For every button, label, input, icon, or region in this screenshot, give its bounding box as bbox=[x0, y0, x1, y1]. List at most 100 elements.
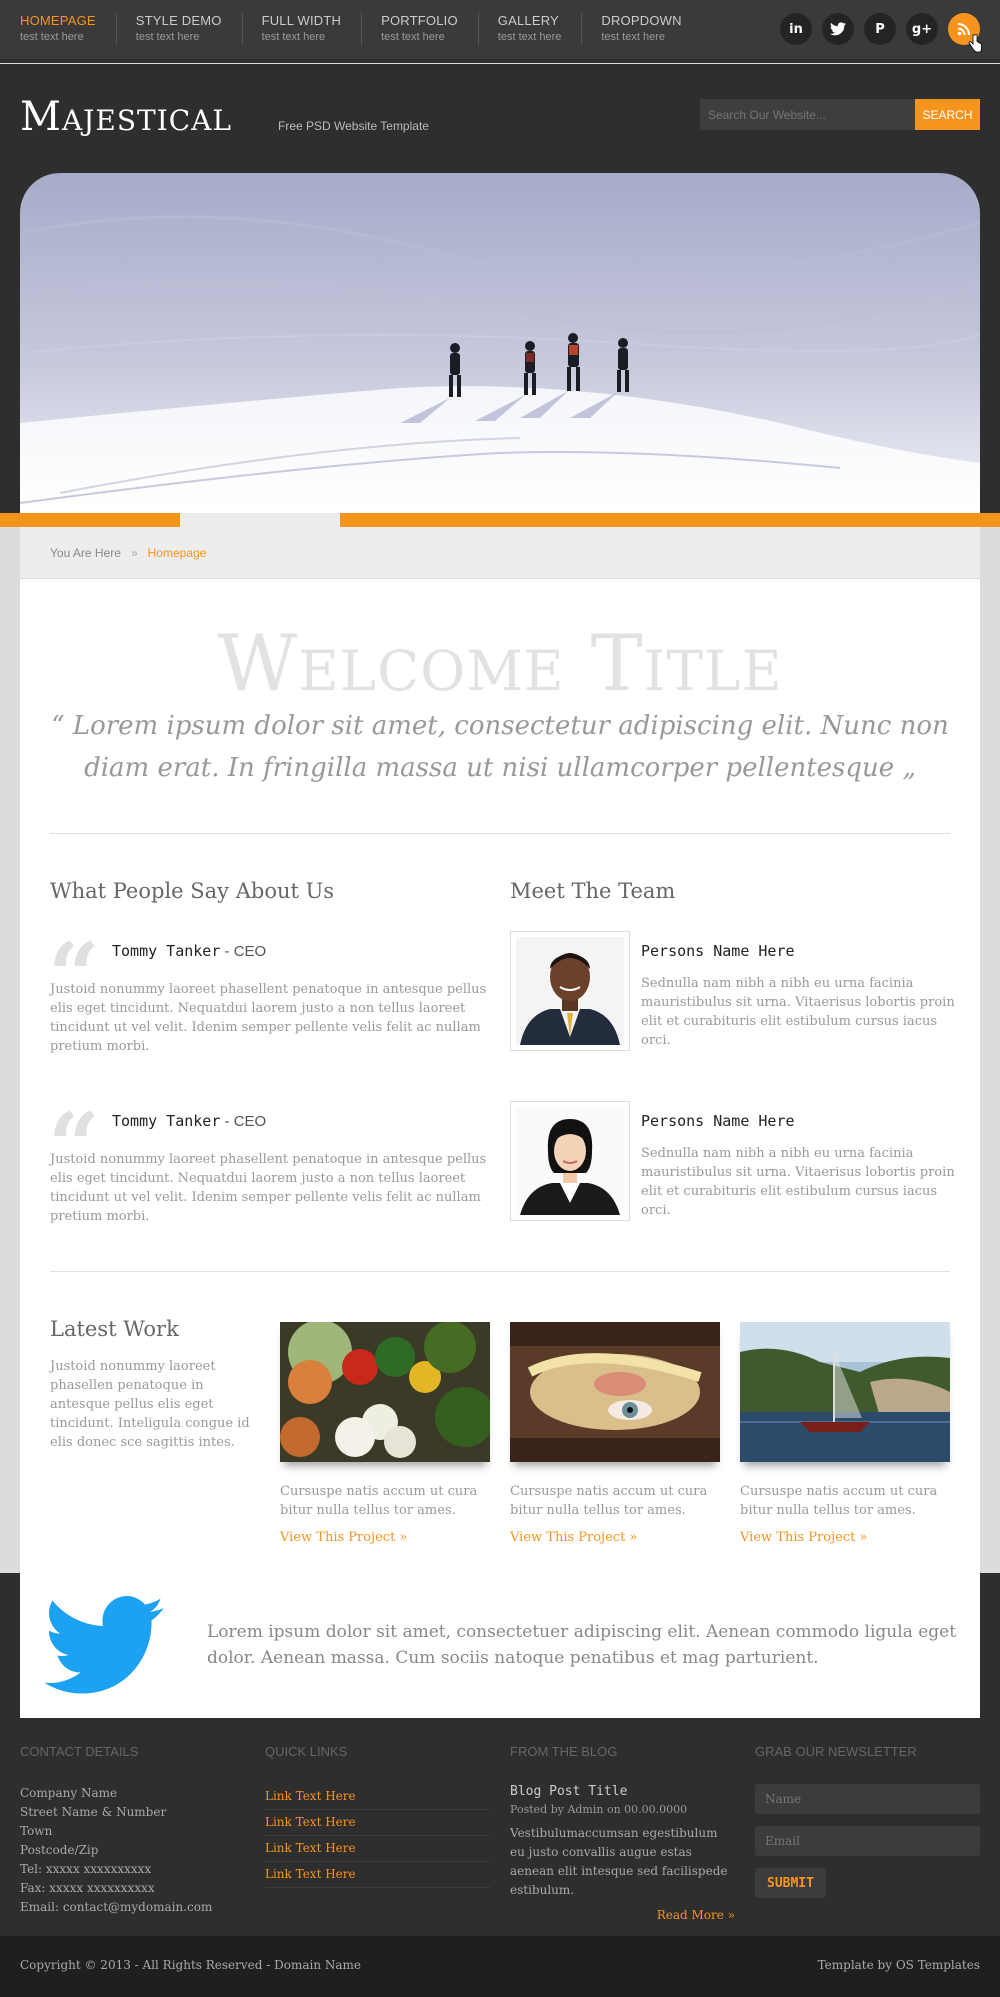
contact-email[interactable]: Email: contact@mydomain.com bbox=[20, 1898, 245, 1917]
work-image-eye[interactable] bbox=[510, 1322, 720, 1462]
site-logo[interactable]: Majestical bbox=[20, 94, 232, 140]
testimonials-title: What People Say About Us bbox=[50, 879, 335, 903]
team-member-photo bbox=[510, 931, 630, 1051]
main-content: Welcome Title “ Lorem ipsum dolor sit am… bbox=[20, 579, 980, 1573]
divider bbox=[50, 833, 950, 834]
search-input[interactable] bbox=[700, 99, 915, 130]
nav-sub-label: test text here bbox=[261, 31, 326, 43]
nav-label: GALLERY bbox=[497, 13, 559, 28]
work-item: Cursuspe natis accum ut cura bitur nulla… bbox=[280, 1322, 490, 1545]
quote-mark-icon: “ bbox=[48, 1101, 104, 1149]
copyright-bar: Copyright © 2013 - All Rights Reserved -… bbox=[0, 1936, 1000, 1997]
breadcrumb: You Are Here » Homepage bbox=[20, 527, 980, 579]
pinterest-icon[interactable]: P bbox=[864, 13, 896, 45]
footer-heading: FROM THE BLOG bbox=[510, 1744, 618, 1759]
contact-line: Tel: xxxxx xxxxxxxxxx bbox=[20, 1862, 152, 1876]
nav-item-style-demo[interactable]: STYLE DEMO test text here bbox=[115, 0, 242, 60]
nav-label: HOMEPAGE bbox=[20, 13, 96, 28]
nav-item-full-width[interactable]: FULL WIDTH test text here bbox=[241, 0, 362, 60]
newsletter-email-field[interactable] bbox=[755, 1826, 980, 1856]
breadcrumb-label: You Are Here bbox=[50, 546, 121, 560]
nav-item-dropdown[interactable]: DROPDOWN test text here bbox=[581, 0, 701, 60]
accent-strip bbox=[0, 513, 1000, 527]
template-credit[interactable]: Template by OS Templates bbox=[818, 1958, 980, 1972]
top-nav-bar: HOMEPAGE test text here STYLE DEMO test … bbox=[0, 0, 1000, 63]
testimonial-role: - CEO bbox=[220, 1113, 267, 1130]
welcome-quote: “ Lorem ipsum dolor sit amet, consectetu… bbox=[51, 711, 949, 783]
twitter-feed: Lorem ipsum dolor sit amet, consectetuer… bbox=[20, 1573, 980, 1718]
nav-sub-label: test text here bbox=[135, 31, 200, 43]
blog-post-excerpt: Vestibulumaccumsan egestibulum eu justo … bbox=[510, 1826, 728, 1897]
work-image-sailboat[interactable] bbox=[740, 1322, 950, 1462]
nav-sub-label: test text here bbox=[20, 31, 84, 43]
hand-cursor-icon bbox=[968, 34, 982, 53]
breadcrumb-separator: » bbox=[130, 546, 138, 560]
twitter-bird-icon[interactable] bbox=[44, 1591, 164, 1701]
tweet-text: Lorem ipsum dolor sit amet, consectetuer… bbox=[207, 1622, 957, 1668]
site-tagline: Free PSD Website Template bbox=[278, 119, 429, 133]
view-project-link[interactable]: View This Project » bbox=[740, 1530, 950, 1545]
site-header: Majestical Free PSD Website Template SEA… bbox=[0, 64, 1000, 174]
quick-link[interactable]: Link Text Here bbox=[265, 1810, 490, 1836]
view-project-link[interactable]: View This Project » bbox=[280, 1530, 490, 1545]
nav-label: DROPDOWN bbox=[601, 13, 682, 28]
footer-heading: CONTACT DETAILS bbox=[20, 1744, 139, 1759]
work-description: Cursuspe natis accum ut cura bitur nulla… bbox=[280, 1484, 478, 1518]
welcome-title: Welcome Title bbox=[217, 619, 783, 709]
quick-link[interactable]: Link Text Here bbox=[265, 1862, 490, 1888]
nav-item-portfolio[interactable]: PORTFOLIO test text here bbox=[361, 0, 478, 60]
nav-sub-label: test text here bbox=[381, 31, 445, 43]
contact-line: Town bbox=[20, 1824, 53, 1838]
latest-work-text: Justoid nonummy laoreet phasellen penato… bbox=[50, 1359, 250, 1450]
latest-work-title: Latest Work bbox=[50, 1317, 179, 1341]
team-member-name: Persons Name Here bbox=[641, 1112, 795, 1130]
nav-sub-label: test text here bbox=[601, 31, 665, 43]
newsletter-submit-button[interactable]: SUBMIT bbox=[755, 1868, 826, 1898]
footer-blog: FROM THE BLOG Blog Post Title Posted by … bbox=[510, 1744, 735, 1922]
footer-newsletter: GRAB OUR NEWSLETTER SUBMIT bbox=[755, 1744, 980, 1898]
work-item: Cursuspe natis accum ut cura bitur nulla… bbox=[510, 1322, 720, 1545]
copyright-text: Copyright © 2013 - All Rights Reserved -… bbox=[20, 1958, 362, 1972]
team-member-bio: Sednulla nam nibh a nibh eu urna facinia… bbox=[641, 1146, 955, 1218]
google-plus-icon[interactable]: g+ bbox=[906, 13, 938, 45]
read-more-link[interactable]: Read More » bbox=[510, 1908, 735, 1922]
team-member-name: Persons Name Here bbox=[641, 942, 795, 960]
linkedin-icon[interactable]: in bbox=[780, 13, 812, 45]
work-description: Cursuspe natis accum ut cura bitur nulla… bbox=[510, 1484, 708, 1518]
nav-label: STYLE DEMO bbox=[135, 13, 222, 28]
contact-line: Company Name bbox=[20, 1786, 118, 1800]
accent-strip-gap bbox=[180, 513, 340, 527]
search-button[interactable]: SEARCH bbox=[915, 99, 980, 130]
team-title: Meet The Team bbox=[510, 879, 676, 903]
team-member-photo bbox=[510, 1101, 630, 1221]
testimonial-author: Tommy Tanker - CEO bbox=[112, 1112, 266, 1130]
work-image-vegetables[interactable] bbox=[280, 1322, 490, 1462]
contact-line: Postcode/Zip bbox=[20, 1843, 99, 1857]
nav-item-homepage[interactable]: HOMEPAGE test text here bbox=[0, 0, 116, 60]
quote-mark-icon: “ bbox=[48, 931, 104, 979]
divider bbox=[50, 1271, 950, 1272]
testimonial-name: Tommy Tanker bbox=[112, 942, 221, 960]
nav-label: PORTFOLIO bbox=[381, 13, 458, 28]
blog-post-title[interactable]: Blog Post Title bbox=[510, 1784, 735, 1799]
work-item: Cursuspe natis accum ut cura bitur nulla… bbox=[740, 1322, 950, 1545]
nav-label: FULL WIDTH bbox=[261, 13, 342, 28]
breadcrumb-current[interactable]: Homepage bbox=[148, 546, 207, 560]
search-form: SEARCH bbox=[700, 99, 980, 130]
footer-contact: CONTACT DETAILS Company Name Street Name… bbox=[20, 1744, 245, 1917]
quick-link[interactable]: Link Text Here bbox=[265, 1784, 490, 1810]
hero-image bbox=[20, 173, 980, 513]
testimonial-text: Justoid nonummy laoreet phasellent penat… bbox=[50, 1152, 487, 1224]
view-project-link[interactable]: View This Project » bbox=[510, 1530, 720, 1545]
quick-link[interactable]: Link Text Here bbox=[265, 1836, 490, 1862]
twitter-icon[interactable] bbox=[822, 13, 854, 45]
nav-sub-label: test text here bbox=[497, 31, 562, 43]
newsletter-name-field[interactable] bbox=[755, 1784, 980, 1814]
contact-line: Street Name & Number bbox=[20, 1805, 167, 1819]
main-nav: HOMEPAGE test text here STYLE DEMO test … bbox=[0, 0, 702, 60]
nav-item-gallery[interactable]: GALLERY test text here bbox=[477, 0, 582, 60]
footer-quick-links: QUICK LINKS Link Text Here Link Text Her… bbox=[265, 1744, 490, 1888]
team-member-bio: Sednulla nam nibh a nibh eu urna facinia… bbox=[641, 976, 955, 1048]
testimonial-role: - CEO bbox=[220, 943, 267, 960]
contact-line: Fax: xxxxx xxxxxxxxxx bbox=[20, 1881, 155, 1895]
